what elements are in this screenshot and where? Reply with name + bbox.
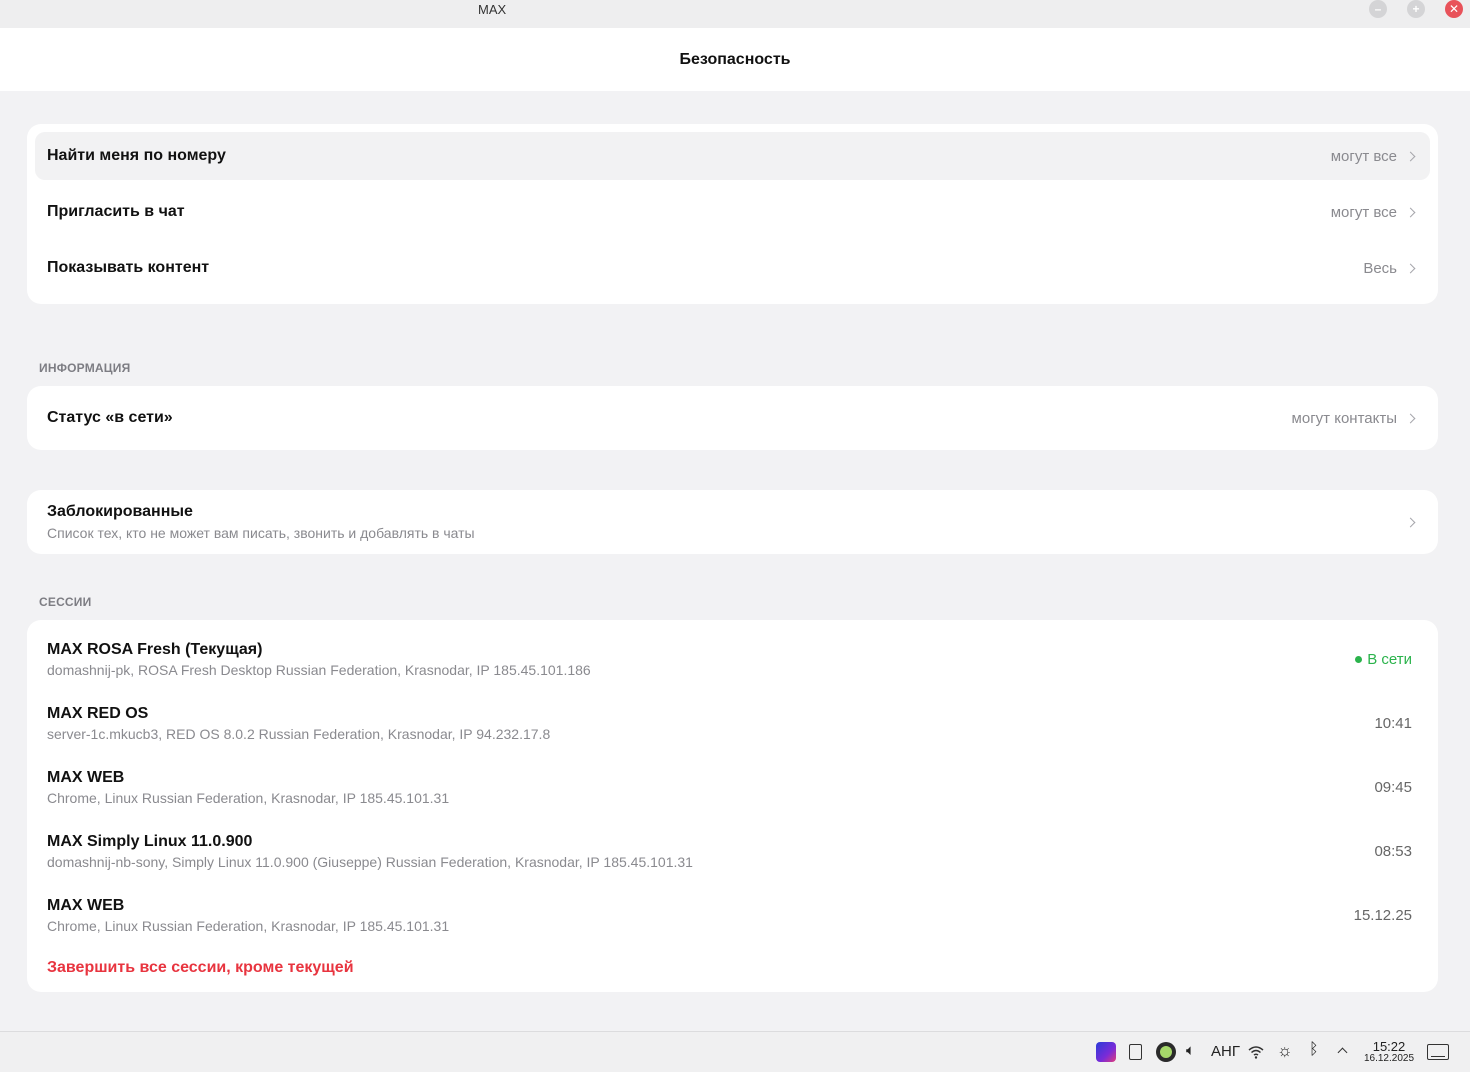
session-meta: domashnij-pk, ROSA Fresh Desktop Russian…	[47, 661, 591, 678]
info-section-label: ИНФОРМАЦИЯ	[39, 361, 131, 375]
session-meta: Chrome, Linux Russian Federation, Krasno…	[47, 917, 450, 934]
show-content-row[interactable]: Показывать контент Весь	[35, 244, 1430, 292]
session-name: MAX WEB	[47, 768, 125, 786]
chevron-right-icon	[1405, 263, 1416, 273]
chevron-right-icon	[1405, 151, 1416, 161]
chevron-right-icon	[1405, 207, 1416, 217]
app-icon[interactable]	[1096, 1042, 1116, 1062]
row-label: Статус «в сети»	[47, 409, 173, 426]
sessions-section-label: СЕССИИ	[39, 595, 92, 609]
invite-to-chat-row[interactable]: Пригласить в чат могут все	[35, 188, 1430, 236]
clock[interactable]: 15:22 16.12.2025	[1362, 1040, 1416, 1065]
brightness-icon[interactable]: ☼	[1277, 1041, 1293, 1061]
session-item[interactable]: MAX WEB Chrome, Linux Russian Federation…	[47, 890, 1412, 940]
blocked-texts: Заблокированные Список тех, кто не может…	[47, 503, 1407, 541]
system-taskbar: 🔈︎ АНГ ☼ ᛒ 15:22 16.12.2025	[0, 1031, 1470, 1072]
maximize-icon[interactable]: +	[1407, 0, 1425, 18]
session-meta: server-1c.mkucb3, RED OS 8.0.2 Russian F…	[47, 725, 551, 742]
window-title: MAX	[478, 2, 507, 17]
row-value: могут контакты	[1291, 409, 1397, 427]
terminate-other-sessions-button[interactable]: Завершить все сессии, кроме текущей	[47, 959, 354, 977]
bluetooth-icon[interactable]: ᛒ	[1309, 1041, 1319, 1059]
chevron-right-icon	[1405, 413, 1416, 423]
session-time: 09:45	[1374, 778, 1412, 796]
online-status-row[interactable]: Статус «в сети» могут контакты	[35, 394, 1430, 442]
find-by-number-row[interactable]: Найти меня по номеру могут все	[35, 132, 1430, 180]
clock-date: 16.12.2025	[1363, 1053, 1415, 1064]
privacy-card: Найти меня по номеру могут все Пригласит…	[27, 124, 1438, 304]
session-item[interactable]: MAX Simply Linux 11.0.900 domashnij-nb-s…	[47, 826, 1412, 876]
blocked-subtitle: Список тех, кто не может вам писать, зво…	[47, 525, 475, 541]
session-texts: MAX ROSA Fresh (Текущая) domashnij-pk, R…	[47, 641, 1355, 678]
session-texts: MAX WEB Chrome, Linux Russian Federation…	[47, 897, 1354, 934]
session-item[interactable]: MAX RED OS server-1c.mkucb3, RED OS 8.0.…	[47, 698, 1412, 748]
page-title: Безопасность	[679, 50, 791, 68]
clipboard-icon[interactable]	[1129, 1044, 1142, 1060]
session-time: 15.12.25	[1353, 906, 1412, 924]
session-texts: MAX WEB Chrome, Linux Russian Federation…	[47, 769, 1374, 806]
session-time: 10:41	[1374, 714, 1412, 732]
session-meta: Chrome, Linux Russian Federation, Krasno…	[47, 789, 450, 806]
green-app-icon[interactable]	[1156, 1042, 1176, 1062]
row-value: Весь	[1363, 259, 1397, 277]
row-label: Пригласить в чат	[47, 203, 185, 220]
session-texts: MAX RED OS server-1c.mkucb3, RED OS 8.0.…	[47, 705, 1374, 742]
session-name: MAX RED OS	[47, 704, 149, 722]
row-value: могут все	[1330, 147, 1397, 165]
blocked-title: Заблокированные	[47, 503, 193, 520]
online-dot-icon	[1355, 655, 1363, 663]
keyboard-layout[interactable]: АНГ	[1211, 1043, 1240, 1060]
sessions-card: MAX ROSA Fresh (Текущая) domashnij-pk, R…	[27, 620, 1438, 992]
session-time: 08:53	[1374, 842, 1412, 860]
volume-icon[interactable]: 🔈︎	[1186, 1042, 1195, 1059]
chevron-right-icon	[1405, 517, 1416, 527]
row-label: Найти меня по номеру	[47, 147, 226, 164]
clock-time: 15:22	[1372, 1039, 1406, 1054]
info-card: Статус «в сети» могут контакты	[27, 386, 1438, 450]
wifi-icon[interactable]	[1248, 1045, 1264, 1059]
session-item[interactable]: MAX ROSA Fresh (Текущая) domashnij-pk, R…	[47, 634, 1412, 684]
online-label: В сети	[1367, 650, 1412, 668]
session-meta: domashnij-nb-sony, Simply Linux 11.0.900…	[47, 853, 693, 870]
session-name: MAX Simply Linux 11.0.900	[47, 832, 253, 850]
minimize-icon[interactable]: –	[1369, 0, 1387, 18]
show-desktop-icon[interactable]	[1427, 1044, 1449, 1060]
window-titlebar: MAX – + ✕	[0, 0, 1470, 28]
blocked-row[interactable]: Заблокированные Список тех, кто не может…	[35, 498, 1430, 546]
tray-expand-icon[interactable]	[1337, 1047, 1348, 1058]
close-icon[interactable]: ✕	[1445, 0, 1463, 18]
session-name: MAX ROSA Fresh (Текущая)	[47, 640, 263, 658]
session-name: MAX WEB	[47, 896, 125, 914]
session-online-status: В сети	[1355, 651, 1412, 668]
row-label: Показывать контент	[47, 259, 210, 276]
page-header: Безопасность	[0, 28, 1470, 91]
session-item[interactable]: MAX WEB Chrome, Linux Russian Federation…	[47, 762, 1412, 812]
row-value: могут все	[1330, 203, 1397, 221]
session-texts: MAX Simply Linux 11.0.900 domashnij-nb-s…	[47, 833, 1374, 870]
blocked-card: Заблокированные Список тех, кто не может…	[27, 490, 1438, 554]
